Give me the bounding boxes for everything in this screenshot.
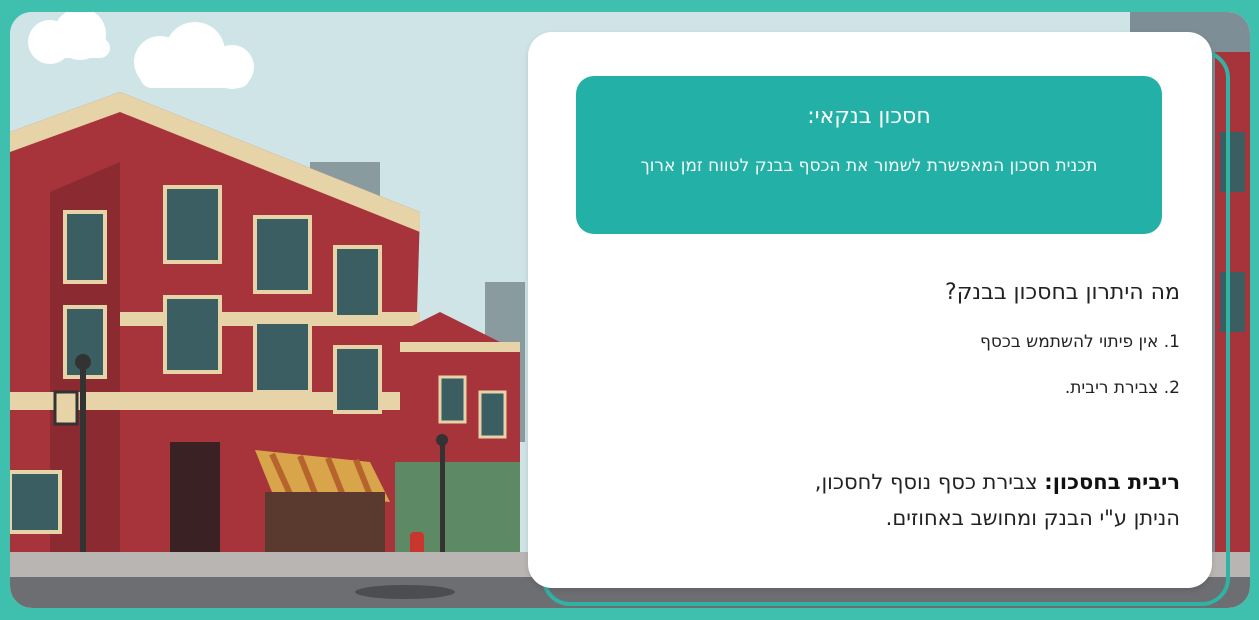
definition-term: ריבית בחסכון:	[1044, 470, 1180, 494]
slide-frame: חסכון בנקאי: תכנית חסכון המאפשרת לשמור א…	[10, 12, 1250, 608]
definition-line1: צבירת כסף נוסף לחסכון,	[814, 470, 1038, 494]
banner-title: חסכון בנקאי:	[807, 104, 931, 129]
definition-line2: הניתן ע"י הבנק ומחושב באחוזים.	[885, 506, 1180, 530]
content-card: חסכון בנקאי: תכנית חסכון המאפשרת לשמור א…	[528, 32, 1212, 588]
list-item: 2. צבירת ריבית.	[1064, 378, 1180, 398]
question-title: מה היתרון בחסכון בבנק?	[945, 280, 1180, 305]
definition-banner: חסכון בנקאי: תכנית חסכון המאפשרת לשמור א…	[576, 76, 1162, 234]
interest-definition: ריבית בחסכון: צבירת כסף נוסף לחסכון, הני…	[660, 464, 1180, 536]
banner-text: תכנית חסכון המאפשרת לשמור את הכסף בבנק ל…	[640, 156, 1098, 176]
list-item: 1. אין פיתוי להשתמש בכסף	[980, 332, 1180, 352]
